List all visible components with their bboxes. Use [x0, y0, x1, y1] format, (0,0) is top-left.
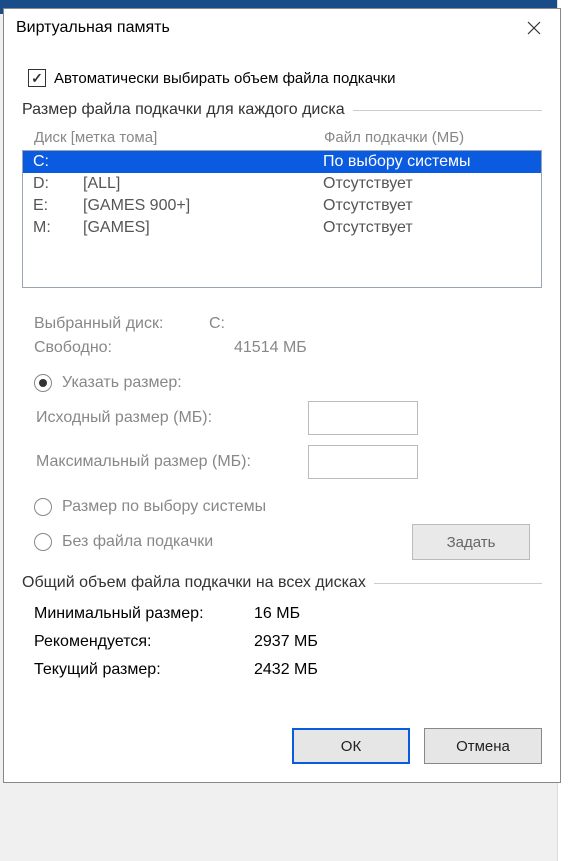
group-total-paging-file: Общий объем файла подкачки на всех диска… [22, 574, 542, 592]
column-header-pagefile: Файл подкачки (МБ) [324, 129, 464, 146]
drives-listbox[interactable]: C: По выбору системы D: [ALL] Отсутствуе… [22, 150, 542, 288]
radio-no-paging-file[interactable] [34, 533, 52, 551]
free-space-label: Свободно: [34, 339, 234, 357]
radio-custom-size-label: Указать размер: [62, 374, 182, 392]
minimum-size-label: Минимальный размер: [34, 605, 254, 623]
set-button[interactable]: Задать [412, 524, 530, 560]
column-header-drive: Диск [метка тома] [34, 129, 324, 146]
list-item[interactable]: E: [GAMES 900+] Отсутствует [23, 195, 541, 217]
close-button[interactable] [514, 13, 554, 43]
auto-manage-checkbox[interactable] [28, 69, 46, 87]
cancel-button[interactable]: Отмена [424, 728, 542, 764]
recommended-size-value: 2937 МБ [254, 633, 542, 651]
initial-size-input[interactable] [308, 401, 418, 435]
close-icon [527, 21, 541, 35]
radio-system-managed[interactable] [34, 498, 52, 516]
free-space-value: 41514 МБ [234, 339, 530, 357]
radio-system-managed-label: Размер по выбору системы [62, 498, 266, 516]
auto-manage-label: Автоматически выбирать объем файла подка… [54, 70, 395, 87]
radio-no-paging-file-label: Без файла подкачки [62, 533, 213, 551]
titlebar: Виртуальная память [4, 9, 560, 47]
current-size-label: Текущий размер: [34, 661, 254, 679]
minimum-size-value: 16 МБ [254, 605, 542, 623]
current-size-value: 2432 МБ [254, 661, 542, 679]
maximum-size-label: Максимальный размер (МБ): [36, 453, 308, 471]
recommended-size-label: Рекомендуется: [34, 633, 254, 651]
selected-drive-value: C: [209, 315, 530, 333]
selected-drive-label: Выбранный диск: [34, 315, 234, 333]
radio-custom-size[interactable] [34, 374, 52, 392]
group-paging-file-size: Размер файла подкачки для каждого диска [22, 101, 542, 119]
list-item[interactable]: M: [GAMES] Отсутствует [23, 217, 541, 239]
maximum-size-input[interactable] [308, 445, 418, 479]
list-item[interactable]: C: По выбору системы [23, 151, 541, 173]
virtual-memory-dialog: Виртуальная память Автоматически выбират… [3, 8, 561, 783]
ok-button[interactable]: ОК [292, 728, 410, 764]
initial-size-label: Исходный размер (МБ): [36, 409, 308, 427]
list-item[interactable]: D: [ALL] Отсутствует [23, 173, 541, 195]
dialog-title: Виртуальная память [16, 19, 170, 37]
